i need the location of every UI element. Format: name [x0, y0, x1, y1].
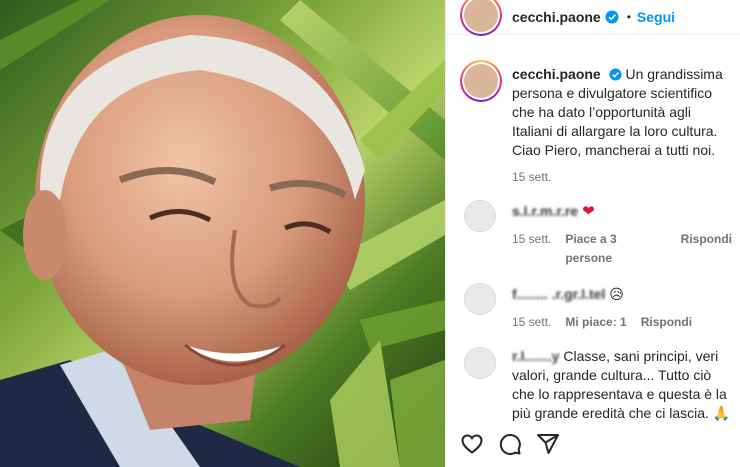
author-avatar[interactable] [460, 0, 502, 36]
commenter-avatar[interactable] [464, 283, 496, 315]
caption-avatar[interactable] [460, 60, 502, 102]
comment-row: f........ .r.gr.l.tel 😥 15 sett. Mi piac… [460, 283, 732, 332]
comment-time[interactable]: 15 sett. [512, 313, 551, 332]
comment-username[interactable]: s.l.r.m.r.re [512, 203, 578, 219]
commenter-avatar[interactable] [464, 200, 496, 232]
post-photo [0, 0, 445, 467]
commenter-avatar[interactable] [464, 347, 496, 379]
portrait-illustration [0, 0, 445, 467]
follow-button[interactable]: Segui [637, 9, 675, 25]
comment-row: r.l.......y Classe, sani principi, veri … [460, 347, 732, 423]
comment-time[interactable]: 15 sett. [512, 230, 551, 268]
caption-row: cecchi.paone Un grandissima persona e di… [460, 60, 732, 187]
verified-icon [605, 10, 619, 24]
post-header: cecchi.paone • Segui [446, 0, 740, 36]
share-paper-plane-icon[interactable] [536, 432, 560, 456]
post-sidebar: cecchi.paone • Segui cecchi.paone Un gra… [445, 0, 740, 467]
comments-list: cecchi.paone Un grandissima persona e di… [446, 50, 740, 467]
avatar-image [464, 0, 498, 32]
comment-row: s.l.r.m.r.re ❤ 15 sett. Piace a 3 person… [460, 200, 732, 268]
comment-username[interactable]: r.l.......y [512, 348, 559, 364]
action-bar [460, 432, 560, 456]
verified-icon [609, 68, 622, 81]
reply-button[interactable]: Rispondi [681, 230, 732, 268]
header-username[interactable]: cecchi.paone [512, 9, 601, 25]
comment-likes[interactable]: Mi piace: 1 [565, 313, 626, 332]
sad-emoji: 😥 [609, 286, 624, 302]
comment-username[interactable]: f........ .r.gr.l.tel [512, 286, 605, 302]
caption-time[interactable]: 15 sett. [512, 168, 551, 187]
comment-likes[interactable]: Piace a 3 persone [565, 230, 666, 268]
heart-emoji: ❤ [582, 203, 595, 220]
like-heart-icon[interactable] [460, 432, 484, 456]
pray-emoji: 🙏 [712, 405, 731, 421]
comment-bubble-icon[interactable] [498, 432, 522, 456]
caption-username[interactable]: cecchi.paone [512, 66, 601, 82]
avatar-image [464, 64, 498, 98]
reply-button[interactable]: Rispondi [641, 313, 692, 332]
caption-text-line2: Ciao Piero, mancherai a tutti noi. [512, 142, 716, 158]
separator-dot: • [626, 10, 631, 24]
